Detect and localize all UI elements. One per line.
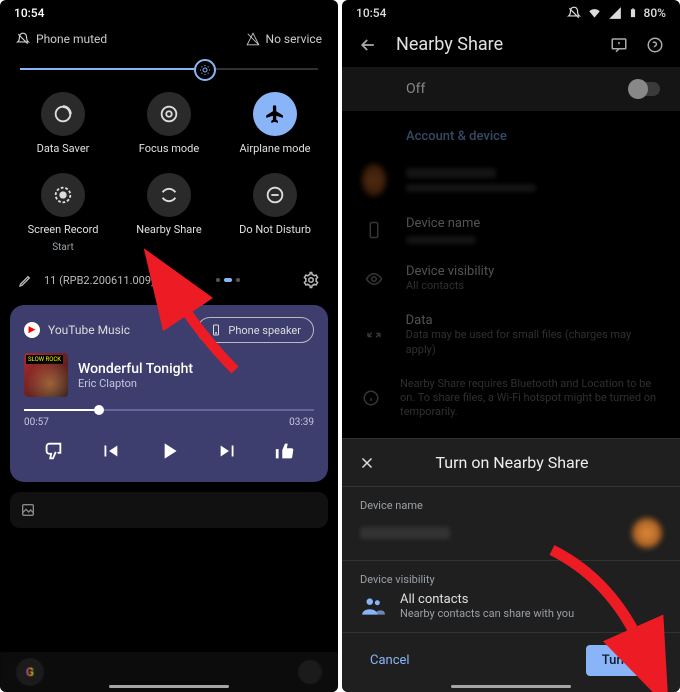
- collapsed-notification[interactable]: [10, 492, 328, 528]
- sheet-title: Turn on Nearby Share: [390, 453, 634, 472]
- tile-focus-mode[interactable]: Focus mode: [116, 92, 222, 155]
- phone-muted-label: Phone muted: [36, 32, 107, 46]
- page-title: Nearby Share: [396, 34, 592, 55]
- tile-data-saver[interactable]: Data Saver: [10, 92, 116, 155]
- screenshot-icon: [20, 502, 36, 518]
- qs-footer: 11 (RPB2.200611.009): [0, 259, 338, 301]
- settings-list: Account & device Device name Device visi…: [342, 111, 680, 430]
- tile-dnd[interactable]: Do Not Disturb: [222, 173, 328, 253]
- battery-label: 80%: [644, 6, 666, 20]
- thumbs-up-icon[interactable]: [274, 440, 296, 466]
- tile-nearby-share[interactable]: Nearby Share: [116, 173, 222, 253]
- quick-settings-screen: 10:54 Phone muted No service Data Saver …: [0, 0, 338, 692]
- media-progress[interactable]: 00:5703:39: [24, 409, 314, 428]
- assistant-icon[interactable]: [298, 660, 322, 684]
- info-icon: [362, 389, 380, 407]
- toggle-state-label: Off: [406, 81, 425, 97]
- nav-pill[interactable]: [451, 685, 571, 688]
- setting-account[interactable]: [342, 154, 680, 206]
- status-bar: 10:54: [0, 0, 338, 22]
- track-title: Wonderful Tonight: [78, 361, 193, 377]
- clock: 10:54: [356, 6, 386, 20]
- signal-off-icon: [246, 32, 260, 46]
- nearby-share-screen: 10:54 80% Nearby Share Off Account & dev…: [342, 0, 680, 692]
- bell-off-icon: [16, 32, 30, 46]
- media-controls: [24, 438, 314, 468]
- tile-airplane-mode[interactable]: Airplane mode: [222, 92, 328, 155]
- next-icon[interactable]: [217, 440, 239, 466]
- edit-icon[interactable]: [18, 272, 34, 288]
- build-label: 11 (RPB2.200611.009): [44, 274, 155, 287]
- wifi-icon: [587, 6, 602, 20]
- avatar: [632, 518, 662, 548]
- play-icon[interactable]: [156, 438, 182, 468]
- no-service-label: No service: [266, 32, 322, 46]
- previous-icon[interactable]: [99, 440, 121, 466]
- status-bar: 10:54 80%: [342, 0, 680, 22]
- back-icon[interactable]: [358, 35, 378, 55]
- contacts-icon: [360, 593, 386, 619]
- nav-pill[interactable]: [109, 685, 229, 688]
- qs-status-row: Phone muted No service: [0, 22, 338, 54]
- master-toggle-row[interactable]: Off: [342, 67, 680, 111]
- phone-icon: [362, 221, 386, 239]
- media-card: ▶ YouTube Music Phone speaker SLOW ROCK …: [10, 305, 328, 482]
- battery-icon: [628, 6, 638, 20]
- output-switcher[interactable]: Phone speaker: [197, 317, 314, 343]
- avatar: [362, 164, 386, 196]
- clock: 10:54: [14, 6, 44, 20]
- album-art: SLOW ROCK: [24, 353, 68, 397]
- tile-screen-record[interactable]: Screen Record Start: [10, 173, 116, 253]
- qs-tiles: Data Saver Focus mode Airplane mode Scre…: [0, 82, 338, 259]
- setting-info: Nearby Share requires Bluetooth and Loca…: [342, 367, 680, 430]
- gear-icon[interactable]: [302, 271, 320, 289]
- data-arrows-icon: [362, 326, 386, 344]
- toggle-switch[interactable]: [630, 82, 660, 96]
- cancel-button[interactable]: Cancel: [360, 645, 420, 676]
- setting-visibility[interactable]: Device visibilityAll contacts: [342, 254, 680, 303]
- close-icon[interactable]: [358, 454, 376, 472]
- setting-data[interactable]: DataData may be used for small files (ch…: [342, 303, 680, 367]
- track-artist: Eric Clapton: [78, 377, 193, 390]
- help-icon[interactable]: [646, 36, 664, 54]
- sheet-device-name[interactable]: Device name: [342, 487, 680, 560]
- setting-device-name[interactable]: Device name: [342, 206, 680, 254]
- bell-off-icon: [567, 6, 581, 20]
- google-icon[interactable]: G: [16, 658, 44, 686]
- settings-header: Nearby Share: [342, 22, 680, 67]
- turn-on-button[interactable]: Turn on: [586, 645, 662, 676]
- feedback-icon[interactable]: [610, 36, 628, 54]
- section-account-device: Account & device: [342, 111, 680, 154]
- thumbs-down-icon[interactable]: [42, 440, 64, 466]
- sheet-visibility[interactable]: Device visibility All contacts Nearby co…: [342, 561, 680, 632]
- brightness-slider[interactable]: [0, 54, 338, 82]
- media-app: ▶ YouTube Music: [24, 322, 130, 338]
- signal-icon: [608, 6, 622, 20]
- youtube-music-icon: ▶: [24, 322, 40, 338]
- turn-on-sheet: Turn on Nearby Share Device name Device …: [342, 438, 680, 692]
- eye-icon: [362, 270, 386, 288]
- page-dots: [216, 278, 240, 282]
